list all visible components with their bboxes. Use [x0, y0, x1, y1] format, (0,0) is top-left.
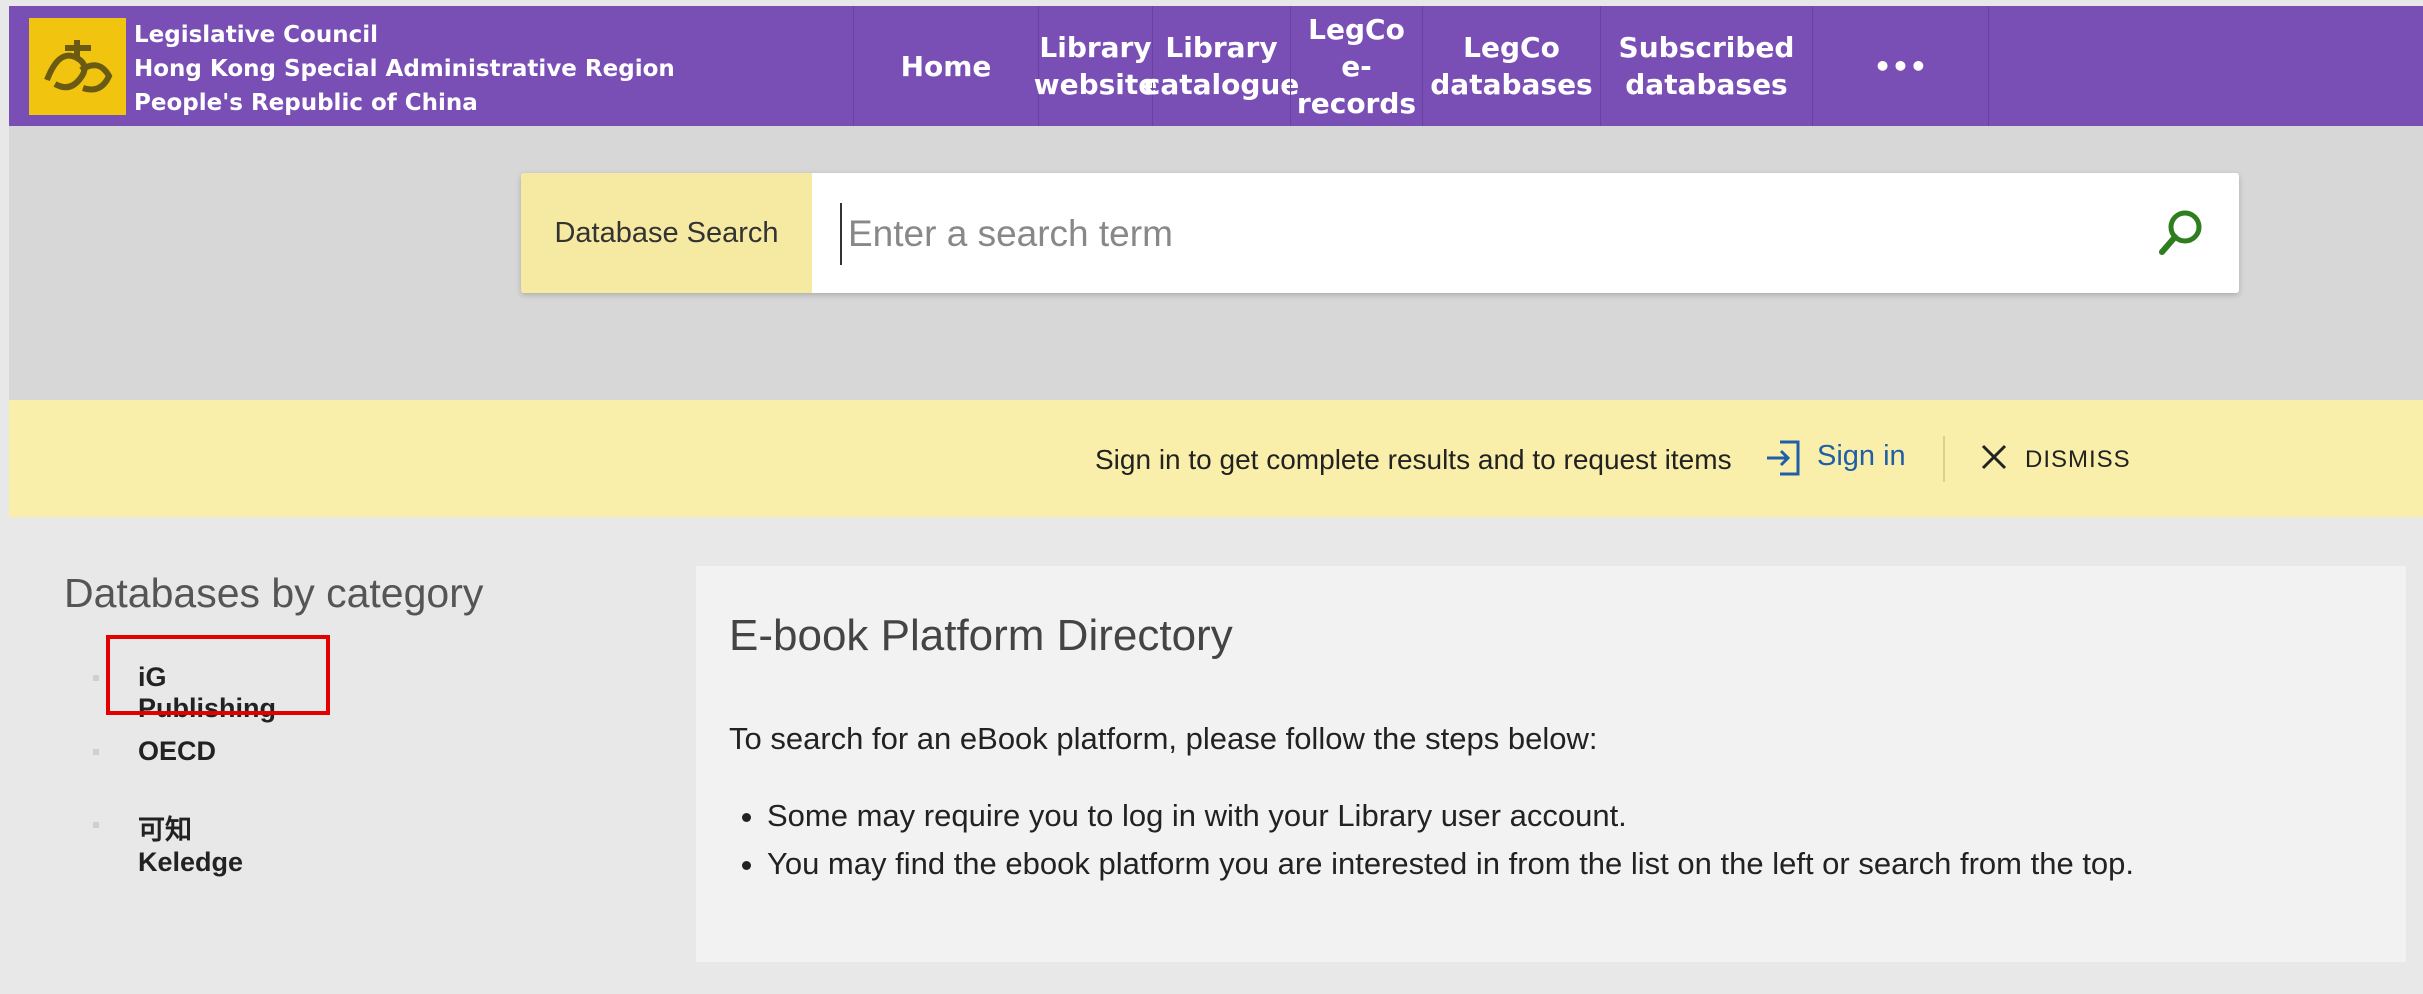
- list-item: You may find the ebook platform you are …: [767, 846, 2134, 894]
- instruction-list: Some may require you to log in with your…: [729, 798, 2134, 894]
- org-line-1: Legislative Council: [134, 22, 379, 48]
- org-line-2: Hong Kong Special Administrative Region: [134, 56, 675, 82]
- nav-more-menu[interactable]: •••: [1812, 6, 1989, 126]
- nav-library-website[interactable]: Library website: [1034, 6, 1157, 126]
- list-bullet: [93, 822, 99, 828]
- intro-text: To search for an eBook platform, please …: [729, 721, 1598, 756]
- nav-legco-databases[interactable]: LegCo databases: [1422, 6, 1600, 126]
- top-header: Legislative Council Hong Kong Special Ad…: [9, 6, 2423, 126]
- legco-logo-icon[interactable]: [29, 18, 126, 115]
- signin-banner: Sign in to get complete results and to r…: [9, 400, 2423, 517]
- sign-in-icon[interactable]: [1764, 438, 1802, 478]
- organization-name[interactable]: Legislative Council Hong Kong Special Ad…: [134, 18, 675, 120]
- main-nav: Home Library website Library catalogue L…: [853, 6, 1989, 126]
- dismiss-button[interactable]: DISMISS: [2025, 446, 2131, 474]
- list-item: Some may require you to log in with your…: [767, 798, 2134, 846]
- content-panel: E-book Platform Directory To search for …: [696, 566, 2406, 962]
- list-bullet: [93, 675, 99, 681]
- org-line-3: People's Republic of China: [134, 90, 478, 116]
- close-icon[interactable]: [1978, 441, 2010, 473]
- nav-legco-e-records[interactable]: LegCo e- records: [1290, 6, 1422, 126]
- banner-divider: [1943, 436, 1945, 482]
- page-title: E-book Platform Directory: [729, 611, 1233, 660]
- nav-subscribed-databases[interactable]: Subscribed databases: [1600, 6, 1812, 126]
- sign-in-link[interactable]: Sign in: [1817, 440, 1906, 473]
- list-bullet: [93, 749, 99, 755]
- search-input[interactable]: [840, 203, 2150, 265]
- search-icon[interactable]: [2155, 207, 2207, 259]
- search-scope-label[interactable]: Database Search: [521, 173, 812, 293]
- signin-message: Sign in to get complete results and to r…: [1095, 444, 1732, 475]
- search-bar: Database Search: [521, 173, 2239, 293]
- category-oecd[interactable]: OECD: [138, 736, 216, 767]
- categories-heading: Databases by category: [64, 570, 484, 616]
- category-keledge[interactable]: 可知 Keledge: [138, 808, 243, 878]
- highlight-box: [106, 635, 330, 715]
- nav-library-catalogue[interactable]: Library catalogue: [1144, 6, 1299, 126]
- nav-home[interactable]: Home: [853, 6, 1038, 126]
